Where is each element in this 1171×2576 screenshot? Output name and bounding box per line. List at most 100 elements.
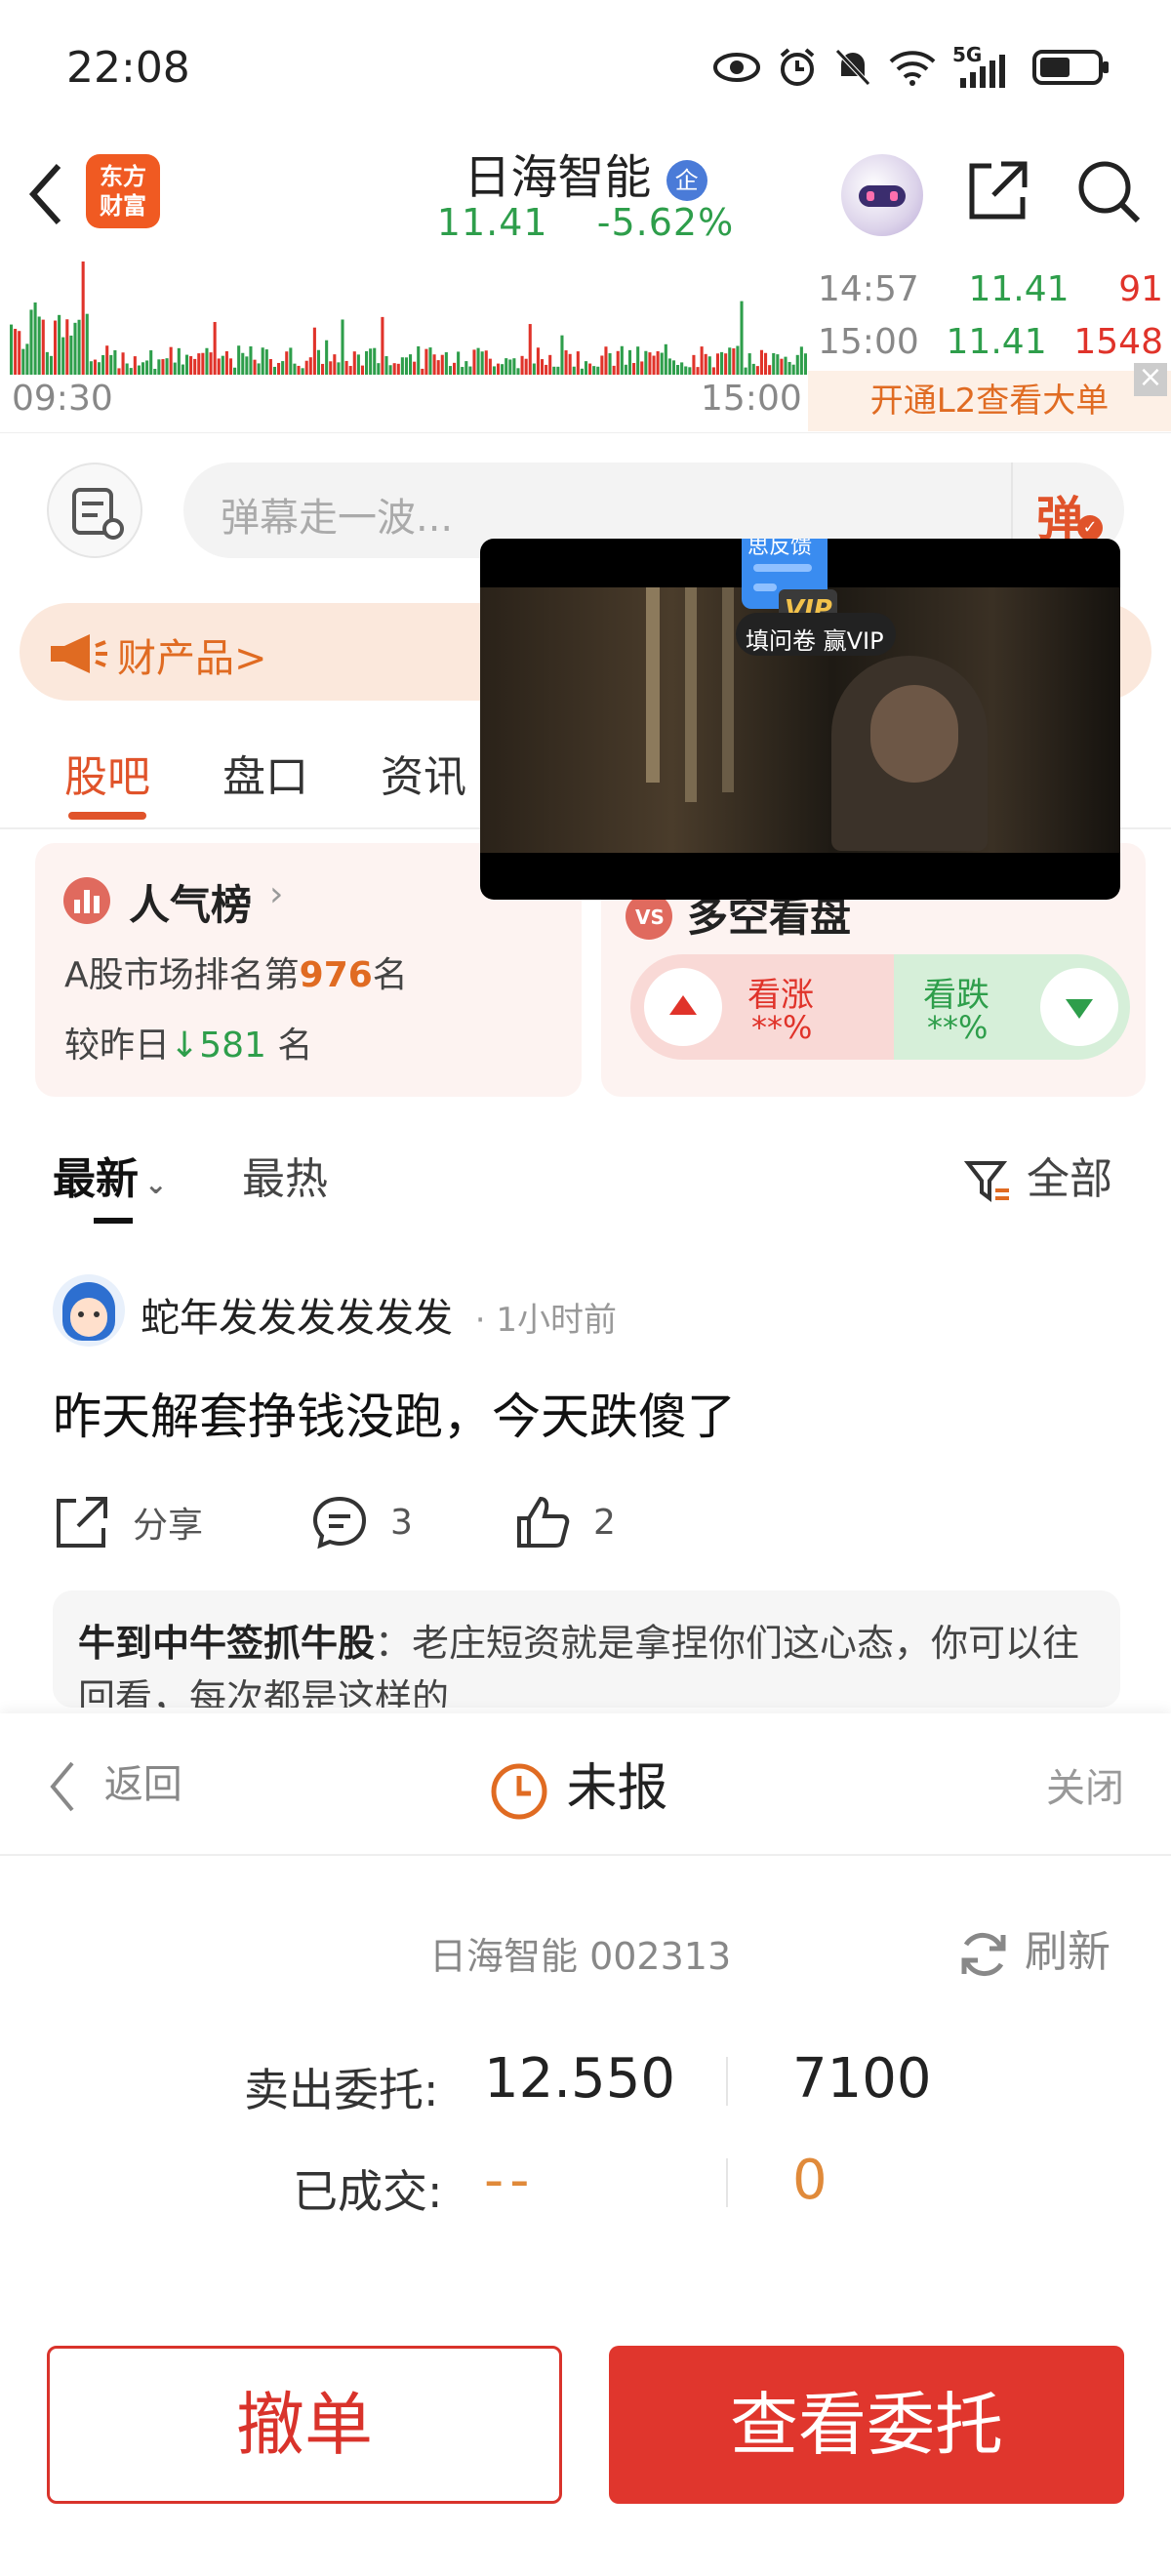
- post-username[interactable]: 蛇年发发发发发发: [141, 1296, 453, 1341]
- sheet-header: 返回 未报 关闭: [0, 1713, 1171, 1856]
- tick-time: 15:00: [818, 322, 919, 362]
- volume-bar: [556, 366, 560, 375]
- filter-button[interactable]: 全部: [963, 1144, 1112, 1206]
- post-body[interactable]: 昨天解套挣钱没跑，今天跌傻了: [53, 1378, 736, 1448]
- bearish-button[interactable]: 看跌 **%: [894, 954, 1130, 1060]
- sheet-back-button[interactable]: 返回: [47, 1752, 182, 1816]
- volume-bar: [480, 351, 484, 375]
- volume-bar: [14, 328, 18, 375]
- filled-price: --: [484, 2149, 536, 2212]
- volume-bar: [285, 351, 289, 375]
- volume-bar: [684, 366, 688, 375]
- volume-bar: [189, 356, 193, 375]
- volume-bar: [448, 366, 452, 375]
- volume-bar: [10, 324, 14, 375]
- volume-bar: [161, 359, 165, 375]
- volume-bar: [337, 362, 341, 375]
- tab-active-indicator: [68, 812, 146, 820]
- volume-bar: [165, 358, 169, 375]
- refresh-button[interactable]: 刷新: [956, 1916, 1110, 1982]
- volume-bar: [755, 366, 759, 375]
- volume-bar: [520, 355, 524, 375]
- volume-bar: [627, 349, 632, 375]
- tab-news[interactable]: 资讯: [381, 742, 466, 804]
- avatar[interactable]: [53, 1274, 125, 1347]
- volume-bar: [157, 359, 161, 375]
- reply-username[interactable]: 牛到中牛签抓牛股: [78, 1622, 375, 1665]
- reply-preview[interactable]: 牛到中牛签抓牛股：老庄短资就是拿捏你们这心态，你可以往回看，每次都是这样的: [53, 1590, 1120, 1708]
- volume-bar: [700, 346, 704, 375]
- volume-bar: [652, 355, 656, 375]
- volume-bar: [671, 360, 676, 375]
- sort-hot[interactable]: 最热: [242, 1144, 328, 1206]
- volume-bar: [121, 352, 125, 375]
- tick-volume: 91: [1118, 269, 1163, 309]
- bullish-value: **%: [751, 1009, 813, 1046]
- tick-price: 11.41: [968, 269, 1070, 309]
- volume-bar: [572, 366, 576, 375]
- stock-quote: 11.41 -5.62%: [0, 201, 1171, 244]
- sell-order-price: 12.550: [484, 2047, 675, 2111]
- volume-bar: [69, 335, 73, 375]
- tab-label: 股吧: [64, 752, 150, 802]
- volume-bar: [149, 350, 153, 375]
- chart-start-time: 09:30: [12, 379, 113, 419]
- volume-bar: [73, 322, 77, 375]
- volume-bar: [109, 354, 113, 375]
- survey-caption-pill[interactable]: 填问卷 赢VIP: [736, 613, 896, 656]
- volume-bar: [803, 353, 807, 375]
- l2-promo-banner[interactable]: 开通L2查看大单 ×: [808, 363, 1171, 431]
- close-icon[interactable]: ×: [1134, 363, 1167, 396]
- stock-name: 日海智能: [464, 150, 652, 205]
- volume-bar: [61, 337, 65, 375]
- tick-price: 11.41: [946, 322, 1047, 362]
- volume-bar: [692, 354, 696, 375]
- post-author: 蛇年发发发发发发 · 1小时前: [141, 1286, 617, 1343]
- volume-bar: [356, 354, 360, 375]
- back-chevron-icon: [50, 1761, 74, 1812]
- volume-bar: [728, 347, 732, 375]
- tab-pankou[interactable]: 盘口: [222, 742, 308, 804]
- sheet-back-label: 返回: [103, 1762, 182, 1807]
- mute-icon: [835, 49, 870, 86]
- volume-bar: [381, 316, 384, 375]
- volume-bar: [117, 368, 121, 375]
- volume-bar: [751, 363, 755, 375]
- volume-bar: [421, 368, 424, 375]
- volume-bar: [217, 358, 221, 375]
- volume-bar: [145, 360, 149, 375]
- volume-bar: [484, 350, 488, 375]
- comment-action[interactable]: 3: [310, 1493, 413, 1551]
- volume-bar: [707, 356, 711, 375]
- refresh-label: 刷新: [1025, 1927, 1110, 1977]
- sort-active-indicator: [94, 1218, 133, 1224]
- like-action[interactable]: 2: [513, 1493, 616, 1551]
- enterprise-badge: 企: [666, 160, 707, 201]
- stock-change: -5.62%: [596, 201, 735, 244]
- volume-bar: [49, 355, 53, 375]
- bullish-button[interactable]: 看涨 **%: [630, 954, 894, 1060]
- volume-bar: [548, 354, 552, 375]
- barrage-placeholder: 弹幕走一波...: [221, 496, 454, 541]
- filled-quantity: 0: [792, 2149, 828, 2212]
- volume-bar: [377, 363, 381, 375]
- floating-video-player[interactable]: 思反馈 VIP 填问卷 赢VIP: [480, 539, 1120, 900]
- clock: 22:08: [66, 43, 190, 93]
- view-orders-button[interactable]: 查看委托: [609, 2346, 1124, 2504]
- volume-bar: [97, 362, 101, 375]
- volume-bar: [588, 363, 592, 375]
- tab-guba[interactable]: 股吧: [64, 742, 150, 820]
- volume-bar: [25, 343, 29, 375]
- volume-bar: [676, 365, 680, 375]
- cancel-order-button[interactable]: 撤单: [47, 2346, 562, 2504]
- sheet-close-button[interactable]: 关闭: [1046, 1756, 1124, 1813]
- volume-bar: [759, 349, 764, 375]
- volume-bar: [656, 351, 660, 375]
- sort-latest[interactable]: 最新 ⌄: [53, 1144, 167, 1224]
- barrage-settings-button[interactable]: [47, 463, 142, 558]
- volume-bar: [632, 363, 636, 375]
- volume-bar: [221, 355, 224, 375]
- volume-bar: [472, 349, 476, 375]
- status-icons: 5G: [712, 43, 1110, 88]
- share-action[interactable]: 分享: [53, 1493, 203, 1551]
